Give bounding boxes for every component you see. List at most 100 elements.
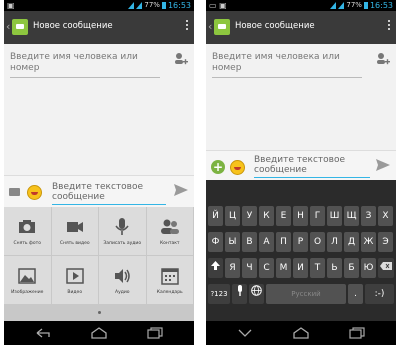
key[interactable]: Р [293, 232, 308, 252]
home-icon[interactable] [90, 327, 108, 339]
key[interactable]: С [259, 258, 274, 278]
attachment-item[interactable]: Изображение [4, 256, 52, 305]
battery-icon [161, 2, 166, 9]
key[interactable]: Л [327, 232, 342, 252]
attachment-label: Изображение [11, 289, 44, 295]
key[interactable]: Б [344, 258, 359, 278]
attachment-item[interactable]: Снять фото [4, 207, 52, 256]
key[interactable]: Н [293, 206, 308, 226]
keyboard-row: ?123 Русский.:-) [206, 284, 396, 306]
emoji-icon[interactable] [27, 185, 42, 200]
voice-input-key[interactable] [232, 284, 247, 304]
key[interactable]: Э [378, 232, 393, 252]
emoji-icon[interactable] [230, 160, 245, 175]
key[interactable]: Г [310, 206, 325, 226]
add-contact-icon[interactable] [376, 52, 390, 66]
back-caret-icon[interactable]: ‹ [208, 20, 212, 33]
keyboard-row: ФЫВАПРОЛДЖЭ [206, 232, 396, 254]
attachment-label: Аудио [114, 289, 130, 295]
overflow-menu-icon[interactable] [186, 20, 189, 32]
panel-footer [4, 304, 194, 321]
keyboard: Й Ц У К Е Н Г Ш Щ З Х Ф Ы В А П Р О Л Д Ж Э Я Ч С М И Т Ь Б Ю ?123 Русск… [206, 180, 396, 321]
messaging-app-icon[interactable] [12, 19, 28, 35]
language-key[interactable] [249, 284, 264, 304]
calendar-icon [161, 267, 179, 285]
attachment-item[interactable]: Календарь [146, 256, 194, 305]
video-icon [66, 267, 84, 284]
recipient-input[interactable]: Введите имя человека или номер [10, 52, 160, 78]
attachment-label: Контакт [159, 240, 180, 246]
navigation-bar [206, 321, 396, 345]
video-camera-icon [66, 221, 83, 232]
page-indicator [98, 311, 101, 314]
message-input[interactable]: Введите текстовое сообщение [254, 155, 370, 178]
space-key[interactable]: Русский [266, 284, 346, 304]
recent-apps-icon[interactable] [348, 327, 366, 339]
compose-bar: + Введите текстовое сообщение [206, 150, 396, 183]
symbols-key[interactable]: ?123 [208, 284, 230, 304]
key[interactable]: Е [276, 206, 291, 226]
phone-screen-attachments: ▣ 77% 16:53 ‹ Новое сообщение Введите им… [4, 0, 194, 345]
battery-percent: 77% [144, 1, 160, 9]
attachment-item[interactable]: Аудио [99, 256, 147, 305]
key[interactable]: Ж [361, 232, 376, 252]
key[interactable]: Ю [361, 258, 376, 278]
key[interactable]: Д [344, 232, 359, 252]
add-contact-icon[interactable] [174, 52, 188, 66]
navigation-bar [4, 321, 194, 345]
keyboard-row: ЙЦУКЕНГШЩЗХ [206, 206, 396, 228]
key[interactable]: А [259, 232, 274, 252]
compose-bar: Введите текстовое сообщение [4, 175, 194, 208]
key[interactable]: Ц [225, 206, 240, 226]
key[interactable]: Х [378, 206, 393, 226]
key[interactable]: О [310, 232, 325, 252]
period-key[interactable]: . [348, 284, 363, 304]
recipient-input[interactable]: Введите имя человека или номер [212, 52, 362, 78]
key[interactable]: З [361, 206, 376, 226]
key[interactable]: К [259, 206, 274, 226]
send-icon[interactable] [173, 182, 189, 198]
action-bar: ‹ Новое сообщение [4, 11, 194, 44]
overflow-menu-icon[interactable] [388, 20, 391, 32]
key[interactable]: В [242, 232, 257, 252]
send-icon[interactable] [375, 157, 391, 173]
status-bar: ▭ ▣ 77% 16:53 [206, 0, 396, 11]
key[interactable]: И [293, 258, 308, 278]
microphone-icon [237, 285, 242, 296]
attachment-item[interactable]: Снять видео [51, 207, 99, 256]
delete-key[interactable] [378, 258, 394, 278]
action-bar: ‹ Новое сообщение [206, 11, 396, 44]
hide-keyboard-icon[interactable] [236, 327, 254, 339]
signal-icon [338, 2, 345, 9]
emoticon-key[interactable]: :-) [365, 284, 394, 304]
key[interactable]: Ш [327, 206, 342, 226]
key[interactable]: М [276, 258, 291, 278]
attachment-item[interactable]: Записать аудио [99, 207, 147, 256]
clock: 16:53 [167, 1, 191, 10]
recent-apps-icon[interactable] [146, 327, 164, 339]
attachment-label: Снять видео [59, 240, 90, 246]
shift-key[interactable] [208, 258, 223, 278]
messaging-app-icon[interactable] [214, 19, 230, 35]
back-icon[interactable] [34, 327, 52, 339]
key[interactable]: Щ [344, 206, 359, 226]
add-attachment-icon[interactable]: + [211, 160, 225, 174]
keyboard-icon[interactable] [9, 188, 20, 196]
key[interactable]: Я [225, 258, 240, 278]
key[interactable]: У [242, 206, 257, 226]
notification-icon: ▭ ▣ [209, 1, 227, 10]
key[interactable]: Й [208, 206, 223, 226]
message-input[interactable]: Введите текстовое сообщение [52, 182, 166, 205]
home-icon[interactable] [292, 327, 310, 339]
key[interactable]: Т [310, 258, 325, 278]
key[interactable]: Ы [225, 232, 240, 252]
back-caret-icon[interactable]: ‹ [6, 20, 10, 33]
attachment-item[interactable]: Контакт [146, 207, 194, 256]
microphone-icon [115, 217, 129, 235]
key[interactable]: Ч [242, 258, 257, 278]
attachment-item[interactable]: Видео [51, 256, 99, 305]
key[interactable]: Ь [327, 258, 342, 278]
key[interactable]: П [276, 232, 291, 252]
notification-icon: ▣ [7, 1, 15, 10]
key[interactable]: Ф [208, 232, 223, 252]
